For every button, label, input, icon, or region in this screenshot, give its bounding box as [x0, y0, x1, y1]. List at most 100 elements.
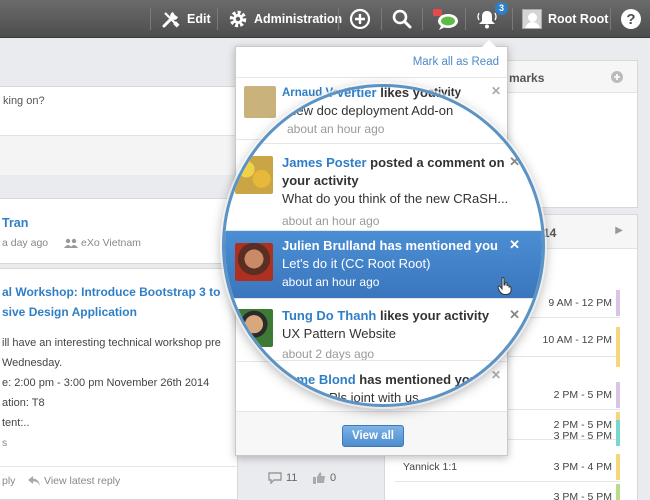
svg-text:?: ?	[626, 11, 635, 28]
slot-time: 3 PM - 5 PM	[553, 430, 612, 442]
dismiss-icon[interactable]: ✕	[509, 237, 520, 253]
composer-input[interactable]: king on?	[3, 95, 45, 107]
users-icon	[64, 238, 78, 248]
notification-item[interactable]: Jame Blond has mentioned you about... Pl…	[225, 360, 542, 404]
search-button[interactable]	[391, 0, 413, 38]
activity-body-line: tent:..	[2, 417, 30, 429]
dismiss-icon[interactable]: ✕	[509, 154, 520, 170]
notification-author[interactable]: James Poster	[282, 155, 367, 170]
notification-time: about an hour ago	[282, 275, 380, 289]
thumbs-up-icon	[313, 472, 325, 484]
toolbar-divider	[465, 8, 466, 30]
slot-time: 3 PM - 5 PM	[553, 491, 612, 500]
default-avatar-head	[246, 377, 262, 393]
notification-item[interactable]: Tung Do Thanh likes your activity UX Pat…	[225, 298, 542, 363]
notification-body: Tung Do Thanh likes your activity UX Pat…	[282, 307, 530, 363]
dismiss-icon[interactable]: ✕	[509, 87, 520, 102]
notification-text: What do you think of the new CRaSH...	[282, 191, 509, 206]
toolbar-divider	[150, 8, 151, 30]
notification-avatar	[245, 90, 279, 124]
activity-space: eXo Vietnam	[81, 237, 141, 249]
notification-item[interactable]: Arnaud Vertier likes your activity New d…	[225, 85, 542, 143]
notification-text: New doc deployment Add-on	[287, 103, 454, 118]
notification-author[interactable]: Tung Do Thanh	[282, 308, 376, 323]
slot-time: 3 PM - 4 PM	[553, 461, 612, 473]
next-arrow-icon[interactable]: ▶	[615, 225, 623, 236]
magnifier-lens: Arnaud Vertier likes your activity New d…	[222, 84, 545, 407]
calendar-slot[interactable]: 3 PM - 5 PM	[395, 482, 620, 500]
slot-color-bar	[616, 290, 620, 316]
toolbar-divider	[217, 8, 218, 30]
activity-title-link[interactable]: sive Design Application	[2, 305, 137, 319]
help-button[interactable]: ?	[620, 0, 642, 38]
comment-count: 11	[286, 472, 298, 484]
activity-body-line: ation: T8	[2, 397, 45, 409]
dismiss-icon[interactable]: ✕	[509, 307, 520, 323]
notification-author[interactable]: Jame Blond	[282, 372, 356, 387]
toolbar-divider	[381, 8, 382, 30]
mark-all-read-link[interactable]: Mark all as Read	[413, 56, 499, 68]
calendar-slot[interactable]: Yannick 1:1 3 PM - 4 PM	[395, 452, 620, 482]
administration-button[interactable]: Administration	[228, 0, 342, 38]
administration-label: Administration	[254, 12, 343, 26]
notification-body: Arnaud Vertier likes your activity New d…	[287, 85, 530, 138]
composer-footer	[0, 135, 237, 175]
notification-action: likes your activity	[376, 85, 490, 100]
add-circle-icon[interactable]	[611, 71, 623, 83]
toolbar-divider	[512, 8, 513, 30]
slot-color-bar	[616, 327, 620, 367]
comment-counter[interactable]: 11	[268, 472, 297, 484]
add-button[interactable]	[349, 0, 371, 38]
help-icon: ?	[621, 9, 641, 29]
notification-time: about an hour ago	[282, 214, 380, 228]
notification-action: likes your activity	[376, 308, 490, 323]
slot-color-bar	[616, 382, 620, 408]
slot-time: 2 PM - 5 PM	[553, 389, 612, 401]
hand-cursor-icon	[497, 277, 512, 295]
edit-label: Edit	[187, 12, 211, 26]
like-count: 0	[330, 472, 337, 484]
chat-button[interactable]	[432, 0, 460, 38]
dropdown-pointer	[482, 40, 496, 47]
bookmarks-title: marks	[509, 71, 545, 85]
slot-label: Yannick 1:1	[403, 461, 458, 473]
slot-color-bar	[616, 454, 620, 480]
notification-item[interactable]: James Poster posted a comment on your ac…	[225, 143, 542, 230]
notification-avatar	[235, 156, 273, 194]
notification-count-badge: 3	[495, 2, 509, 15]
reply-link[interactable]: ply	[2, 475, 15, 487]
notification-item-active[interactable]: Julien Brulland has mentioned you Let's …	[225, 230, 542, 298]
notification-action: has mentioned you	[375, 238, 498, 253]
notification-body: Julien Brulland has mentioned you Let's …	[282, 237, 530, 291]
top-navigation-bar: Edit Administration 3 Root Root ?	[0, 0, 650, 38]
activity-body-line: e: 2:00 pm - 3:00 pm November 26th 2014	[2, 377, 210, 389]
user-avatar	[522, 9, 542, 29]
toolbar-divider	[610, 8, 611, 30]
activity-body-line: ill have an interesting technical worksh…	[2, 337, 221, 349]
notification-text: Let's do it (CC Root Root)	[282, 256, 431, 271]
notification-author[interactable]: Arnaud Vertier	[287, 87, 377, 100]
user-name: Root Root	[548, 12, 609, 26]
toolbar-divider	[422, 8, 423, 30]
edit-button[interactable]: Edit	[161, 0, 211, 38]
slot-color-bar	[616, 420, 620, 446]
notification-author[interactable]: Julien Brulland	[282, 238, 376, 253]
activity-composer: king on?	[0, 86, 238, 175]
notification-time: about an hour ago	[287, 122, 385, 136]
activity-title-link[interactable]: al Workshop: Introduce Bootstrap 3 to	[2, 285, 220, 299]
slot-time: 10 AM - 12 PM	[542, 334, 612, 346]
activity-actions-bar: ply View latest reply	[0, 466, 240, 496]
plus-circle-icon	[349, 8, 371, 30]
activity-time: a day ago	[2, 237, 49, 249]
activity-body: ill have an interesting technical worksh…	[2, 333, 221, 453]
like-counter[interactable]: 0	[312, 472, 336, 484]
slot-time: 9 AM - 12 PM	[548, 297, 612, 309]
view-all-button[interactable]: View all	[342, 425, 404, 447]
user-menu-button[interactable]: Root Root	[522, 0, 608, 38]
slot-color-bar	[616, 484, 620, 500]
view-latest-reply-link[interactable]: View latest reply	[44, 475, 120, 487]
gear-icon	[229, 10, 247, 28]
activity-body-line: Wednesday.	[2, 357, 63, 369]
activity-author-link[interactable]: Tran	[2, 216, 28, 230]
chat-icon	[433, 9, 458, 30]
